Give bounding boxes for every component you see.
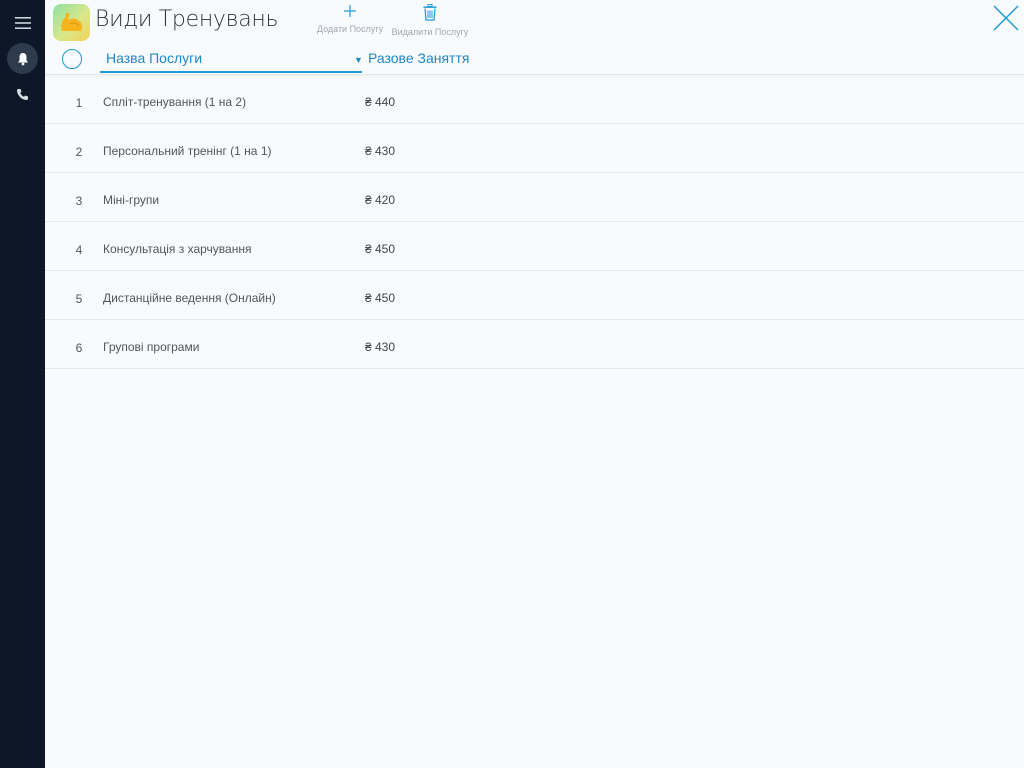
add-service-button[interactable]: Додати Послугу — [313, 4, 387, 34]
select-all-checkbox[interactable] — [62, 49, 82, 69]
row-number: 6 — [75, 341, 83, 355]
row-number: 1 — [75, 96, 83, 110]
sort-down-icon[interactable]: ▼ — [354, 55, 363, 65]
service-price: ₴ 450 — [365, 291, 396, 305]
main-panel: Види Тренувань Додати Послугу Видалити П… — [45, 0, 1024, 768]
service-price: ₴ 440 — [365, 95, 396, 109]
service-price: ₴ 420 — [365, 193, 396, 207]
column-header-name[interactable]: Назва Послуги — [100, 44, 362, 73]
table-row[interactable]: 6 Групові програми ₴ 430 — [45, 320, 1024, 369]
table-row[interactable]: 5 Дистанційне ведення (Онлайн) ₴ 450 — [45, 271, 1024, 320]
trash-icon — [423, 4, 437, 21]
delete-service-button[interactable]: Видалити Послугу — [391, 4, 469, 37]
sidebar — [0, 0, 45, 768]
table-row[interactable]: 1 Спліт-тренування (1 на 2) ₴ 440 — [45, 75, 1024, 124]
service-price: ₴ 430 — [365, 340, 396, 354]
service-name: Спліт-тренування (1 на 2) — [103, 95, 247, 109]
service-price: ₴ 430 — [365, 144, 396, 158]
plus-icon — [344, 5, 356, 17]
menu-icon[interactable] — [7, 7, 38, 38]
service-name: Дистанційне ведення (Онлайн) — [103, 291, 276, 305]
services-table: 1 Спліт-тренування (1 на 2) ₴ 440 2 Перс… — [45, 75, 1024, 369]
row-number: 4 — [75, 243, 83, 257]
column-name-label: Назва Послуги — [106, 50, 203, 66]
flexed-bicep-icon — [53, 4, 90, 41]
service-name: Міні-групи — [103, 193, 160, 207]
page-title: Види Тренувань — [95, 7, 279, 32]
service-name: Консультація з харчування — [103, 242, 252, 256]
service-name: Персональний тренінг (1 на 1) — [103, 144, 272, 158]
phone-icon[interactable] — [7, 79, 38, 110]
table-header: Назва Послуги ▼ Разове Заняття — [45, 44, 1024, 75]
close-icon[interactable] — [992, 4, 1020, 32]
bell-icon[interactable] — [7, 43, 38, 74]
row-number: 3 — [75, 194, 83, 208]
add-service-label: Додати Послугу — [316, 24, 384, 34]
table-row[interactable]: 2 Персональний тренінг (1 на 1) ₴ 430 — [45, 124, 1024, 173]
table-row[interactable]: 4 Консультація з харчування ₴ 450 — [45, 222, 1024, 271]
row-number: 5 — [75, 292, 83, 306]
service-price: ₴ 450 — [365, 242, 396, 256]
table-row[interactable]: 3 Міні-групи ₴ 420 — [45, 173, 1024, 222]
header: Види Тренувань Додати Послугу Видалити П… — [45, 0, 1024, 46]
column-header-price[interactable]: Разове Заняття — [368, 50, 469, 66]
delete-service-label: Видалити Послугу — [391, 27, 469, 37]
service-name: Групові програми — [103, 340, 200, 354]
row-number: 2 — [75, 145, 83, 159]
